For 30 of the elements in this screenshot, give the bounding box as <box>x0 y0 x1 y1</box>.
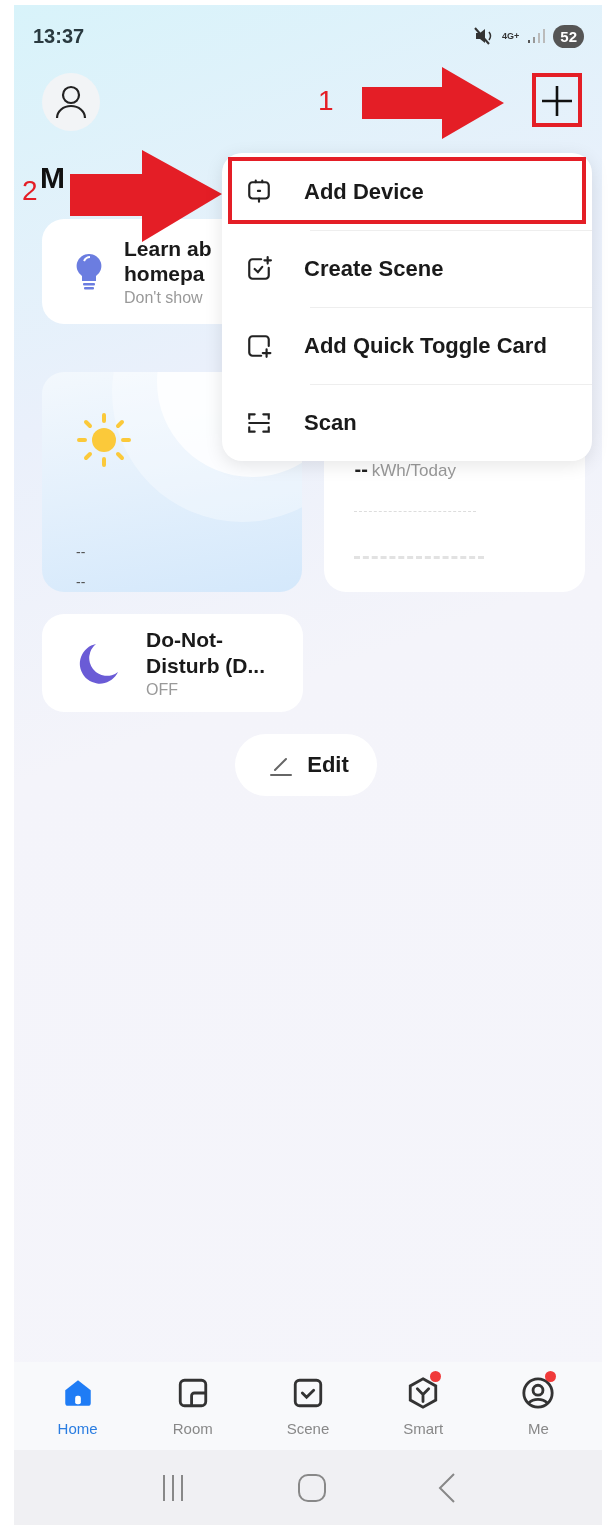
highlight-frame <box>532 73 582 127</box>
back-button[interactable] <box>438 1471 457 1504</box>
weather-value: -- <box>76 574 87 590</box>
nav-tab[interactable]: Home <box>32 1375 123 1437</box>
step-number: 1 <box>318 85 334 117</box>
step-number: 2 <box>22 175 38 207</box>
moon-icon <box>78 642 120 684</box>
energy-value: -- <box>354 458 368 480</box>
tip-title: Learn ab homepa <box>124 235 212 287</box>
lightbulb-icon <box>76 252 102 291</box>
weather-value: -- <box>76 544 87 560</box>
dnd-title: Do-Not-Disturb (D... <box>146 627 266 678</box>
battery-level: 52 <box>553 24 584 48</box>
dnd-card[interactable]: Do-Not-Disturb (D... OFF <box>42 614 303 712</box>
energy-unit: kWh/Today <box>371 461 456 480</box>
scene-add-icon <box>246 255 272 282</box>
nav-tab[interactable]: Scene <box>262 1375 353 1437</box>
person-icon <box>55 85 87 119</box>
home-title: M <box>40 161 65 195</box>
device-icon <box>246 178 272 205</box>
card-add-icon <box>246 332 272 359</box>
profile-icon <box>521 1375 556 1410</box>
plus-icon <box>541 85 573 117</box>
sun-icon <box>76 412 132 468</box>
home-button[interactable] <box>297 1472 327 1503</box>
dnd-status: OFF <box>146 680 179 699</box>
edit-button[interactable]: Edit <box>235 734 377 796</box>
network-type: 4G+ <box>502 31 520 41</box>
status-time: 13:37 <box>33 24 85 48</box>
signal-icon <box>527 28 546 44</box>
